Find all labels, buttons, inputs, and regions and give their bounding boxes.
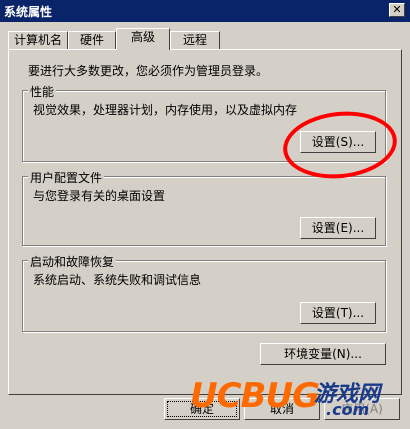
startup-recovery-description: 系统启动、系统失败和调试信息	[33, 273, 202, 287]
watermark-domain: .com	[326, 400, 370, 419]
tab-computer-name[interactable]: 计算机名	[8, 31, 68, 49]
tab-remote[interactable]: 远程	[170, 31, 220, 49]
title-bar[interactable]: 系统属性 ✕	[0, 0, 410, 22]
tab-hardware[interactable]: 硬件	[68, 31, 116, 49]
close-button[interactable]: ✕	[389, 3, 405, 17]
startup-recovery-title: 启动和故障恢复	[28, 253, 117, 270]
watermark-logo: UCBUG	[190, 376, 320, 416]
user-profiles-settings-button[interactable]: 设置(E)...	[300, 217, 376, 239]
admin-note: 要进行大多数更改，您必须作为管理员登录。	[28, 64, 269, 78]
user-profiles-description: 与您登录有关的桌面设置	[33, 189, 166, 203]
performance-title: 性能	[28, 83, 57, 100]
window-title: 系统属性	[4, 5, 53, 19]
environment-variables-button[interactable]: 环境变量(N)...	[260, 343, 386, 365]
user-profiles-title: 用户配置文件	[28, 169, 105, 186]
close-icon: ✕	[392, 3, 402, 16]
tab-advanced[interactable]: 高级	[116, 28, 170, 50]
watermark: UCBUG 游戏网 .com	[190, 372, 405, 420]
startup-recovery-settings-button[interactable]: 设置(T)...	[300, 302, 376, 324]
performance-description: 视觉效果，处理器计划，内存使用，以及虚拟内存	[33, 103, 298, 117]
